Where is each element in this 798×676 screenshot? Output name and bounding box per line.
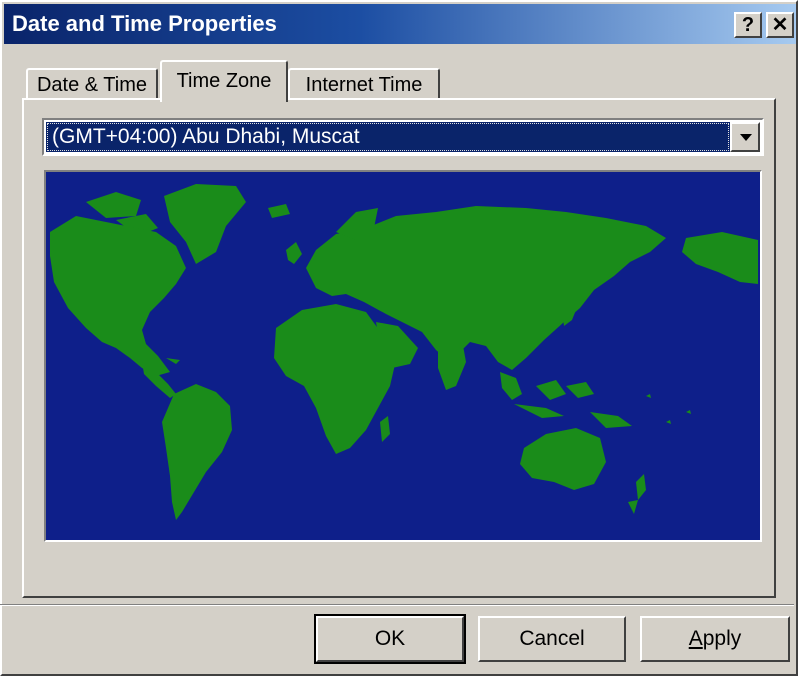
apply-mnemonic: A xyxy=(688,627,703,650)
help-button[interactable]: ? xyxy=(734,12,762,38)
separator xyxy=(0,604,794,606)
apply-button[interactable]: Apply xyxy=(640,616,790,662)
chevron-down-icon xyxy=(740,134,752,141)
ok-button[interactable]: OK xyxy=(314,614,466,664)
window-title: Date and Time Properties xyxy=(12,11,277,36)
apply-label-rest: pply xyxy=(702,627,742,650)
timezone-dropdown[interactable]: (GMT+04:00) Abu Dhabi, Muscat xyxy=(42,118,764,156)
timezone-selected-value[interactable]: (GMT+04:00) Abu Dhabi, Muscat xyxy=(46,122,730,152)
tab-date-time[interactable]: Date & Time xyxy=(26,68,158,102)
help-icon: ? xyxy=(741,14,755,36)
dropdown-button[interactable] xyxy=(730,122,760,152)
close-icon: ✕ xyxy=(771,14,789,36)
world-map xyxy=(44,170,762,542)
tab-time-zone[interactable]: Time Zone xyxy=(160,60,288,102)
tab-internet-time[interactable]: Internet Time xyxy=(288,68,440,102)
world-map-image xyxy=(46,172,760,540)
title-bar[interactable]: Date and Time Properties ? ✕ xyxy=(4,4,796,44)
close-button[interactable]: ✕ xyxy=(766,12,794,38)
cancel-button[interactable]: Cancel xyxy=(478,616,626,662)
tab-strip: Date & Time Time Zone Internet Time xyxy=(22,60,442,102)
